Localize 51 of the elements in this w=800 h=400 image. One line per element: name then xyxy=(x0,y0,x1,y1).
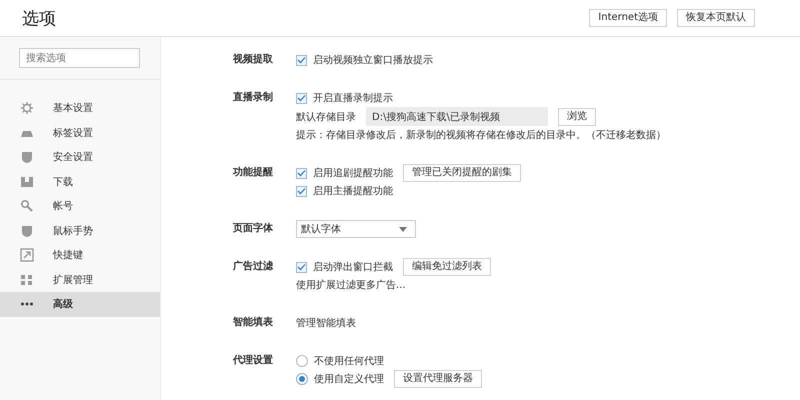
search-field[interactable]: 搜索选项 xyxy=(19,48,140,68)
sidebar-item[interactable]: 扩展管理 xyxy=(0,268,160,292)
download-icon xyxy=(20,174,34,189)
shield-icon xyxy=(20,224,34,238)
section-label: 功能提醒 xyxy=(233,166,274,180)
checkbox[interactable] xyxy=(296,54,307,66)
window-title: 选项 xyxy=(22,8,56,30)
font-dropdown[interactable]: 默认字体 xyxy=(296,220,416,238)
checkbox[interactable] xyxy=(296,168,307,178)
hint-text: 提示：存储目录修改后，新录制的视频将存储在修改后的目录中。（不迁移老数据） xyxy=(296,128,666,142)
section-label: 页面字体 xyxy=(233,221,274,236)
search-icon xyxy=(20,199,34,214)
action-button[interactable]: 设置代理服务器 xyxy=(394,370,482,388)
caret-icon xyxy=(399,226,407,232)
link[interactable]: 管理智能填表 xyxy=(296,316,356,330)
link[interactable]: 使用扩展过滤更多广告... xyxy=(296,278,406,292)
grid-icon xyxy=(20,272,34,287)
header-button[interactable]: 恢复本页默认 xyxy=(677,9,755,27)
header-button[interactable]: Internet选项 xyxy=(589,9,667,27)
sidebar-item[interactable]: 帐号 xyxy=(0,194,160,218)
sidebar-item[interactable]: 下载 xyxy=(0,170,160,194)
checkbox[interactable] xyxy=(296,262,307,272)
radio-button[interactable] xyxy=(296,373,308,385)
gear-icon xyxy=(20,101,34,116)
checkbox-label: 启动视频独立窗口播放提示 xyxy=(313,54,433,67)
radio-label: 使用自定义代理 xyxy=(314,372,384,386)
checkbox-label: 启动弹出窗口拦截 xyxy=(313,260,393,274)
section-label: 直播录制 xyxy=(233,90,274,105)
sidebar-item[interactable]: 安全设置 xyxy=(0,145,160,170)
sidebar-item[interactable]: 鼠标手势 xyxy=(0,218,160,243)
checkbox[interactable] xyxy=(296,92,307,104)
radio-label: 不使用任何代理 xyxy=(314,355,384,368)
sidebar-item[interactable]: 基本设置 xyxy=(0,96,160,120)
checkbox-label: 启用追剧提醒功能 xyxy=(313,166,393,180)
checkbox-label: 启用主播提醒功能 xyxy=(313,184,393,198)
section-label: 智能填表 xyxy=(233,316,274,330)
section-label: 代理设置 xyxy=(233,354,274,368)
section-label: 广告过滤 xyxy=(233,259,274,274)
section-label: 视频提取 xyxy=(233,52,274,67)
sidebar-item[interactable]: 标签设置 xyxy=(0,120,160,145)
checkbox[interactable] xyxy=(296,186,307,196)
action-button[interactable]: 管理已关闭提醒的剧集 xyxy=(403,164,521,182)
checkbox-label: 开启直播录制提示 xyxy=(313,92,393,105)
sidebar-item[interactable]: 高级 xyxy=(0,292,160,316)
field-label: 默认存储目录 xyxy=(296,110,356,124)
sidebar-item[interactable]: 快捷键 xyxy=(0,243,160,268)
shield-icon xyxy=(20,150,34,164)
path-field[interactable]: D:\搜狗高速下载\已录制视频 xyxy=(366,107,548,126)
action-button[interactable]: 编辑免过滤列表 xyxy=(403,258,491,276)
action-button[interactable]: 浏览 xyxy=(558,108,596,126)
radio-button[interactable] xyxy=(296,355,308,367)
